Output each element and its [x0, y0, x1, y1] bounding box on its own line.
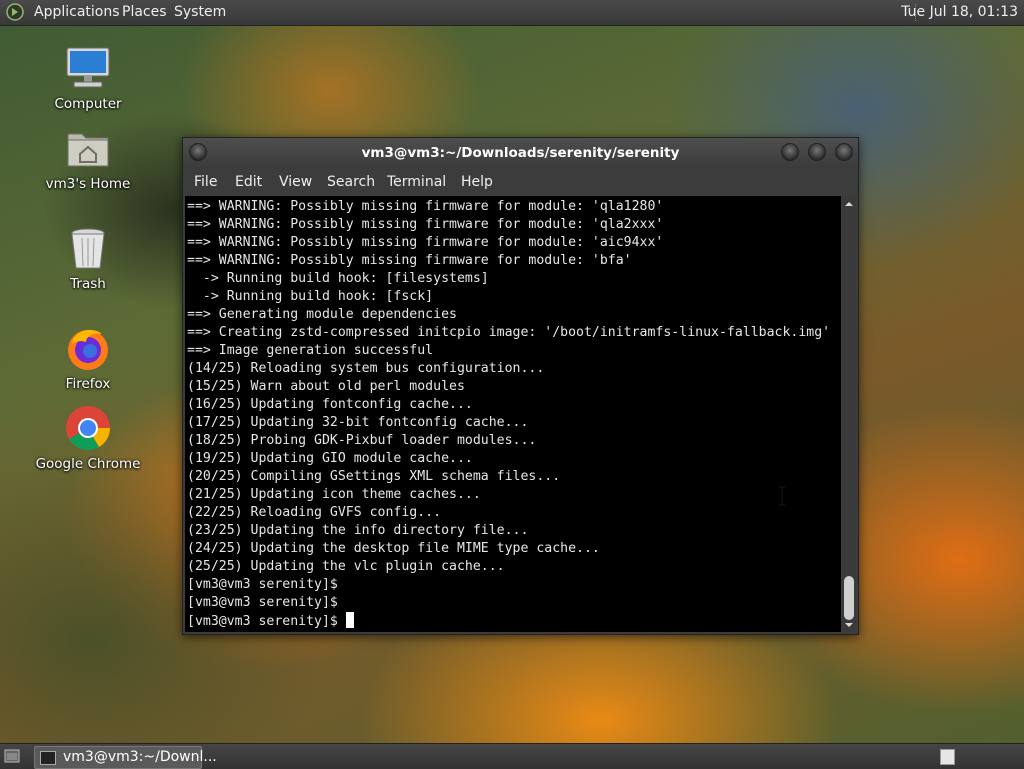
scroll-up-arrow-icon[interactable] — [844, 199, 854, 209]
places-menu[interactable]: Places — [122, 4, 167, 20]
workspace-switcher[interactable] — [940, 749, 955, 765]
close-button[interactable] — [835, 143, 853, 161]
terminal-line: (16/25) Updating fontconfig cache... — [187, 397, 473, 412]
terminal-line: (21/25) Updating icon theme caches... — [187, 487, 481, 502]
terminal-line: (23/25) Updating the info directory file… — [187, 523, 529, 538]
desktop-icon-label: Trash — [70, 276, 106, 292]
trash-icon — [64, 224, 112, 272]
scroll-down-arrow-icon[interactable] — [844, 620, 854, 630]
menu-help[interactable]: Help — [461, 174, 493, 190]
desktop-icon-label: Google Chrome — [35, 456, 141, 472]
terminal-line: (20/25) Compiling GSettings XML schema f… — [187, 469, 561, 484]
text-cursor — [345, 612, 354, 628]
taskbar-label: vm3@vm3:~/Downl... — [63, 749, 217, 765]
terminal-line: ==> WARNING: Possibly missing firmware f… — [187, 253, 632, 268]
top-panel: Applications Places System Tue Jul 18, 0… — [0, 0, 1024, 26]
desktop-icon-label: Computer — [54, 96, 122, 112]
desktop-icon-chrome[interactable]: Google Chrome — [28, 404, 148, 472]
terminal-line: (14/25) Reloading system bus configurati… — [187, 361, 545, 376]
terminal-icon — [40, 751, 56, 765]
terminal-line: (19/25) Updating GIO module cache... — [187, 451, 473, 466]
window-titlebar[interactable]: vm3@vm3:~/Downloads/serenity/serenity — [183, 138, 858, 168]
terminal-menubar: File Edit View Search Terminal Help — [183, 168, 858, 196]
desktop-icon-trash[interactable]: Trash — [28, 224, 148, 292]
desktop-icon-firefox[interactable]: Firefox — [28, 324, 148, 392]
home-folder-icon — [64, 124, 112, 172]
desktop-icon-computer[interactable]: Computer — [28, 44, 148, 112]
show-desktop-icon[interactable] — [4, 749, 20, 763]
terminal-line: ==> WARNING: Possibly missing firmware f… — [187, 199, 664, 214]
terminal-line: ==> WARNING: Possibly missing firmware f… — [187, 235, 664, 250]
clock[interactable]: Tue Jul 18, 01:13 — [901, 4, 1018, 20]
mouse-ibeam-cursor-icon — [779, 486, 785, 506]
terminal-window[interactable]: vm3@vm3:~/Downloads/serenity/serenity Fi… — [182, 137, 859, 635]
terminal-prompt: [vm3@vm3 serenity]$ — [187, 614, 346, 629]
desktop-icon-label: Firefox — [65, 376, 111, 392]
terminal-line: (15/25) Warn about old perl modules — [187, 379, 465, 394]
terminal-output[interactable]: ==> WARNING: Possibly missing firmware f… — [185, 196, 841, 632]
mate-menu-icon[interactable] — [6, 3, 24, 21]
terminal-line: (17/25) Updating 32-bit fontconfig cache… — [187, 415, 529, 430]
menu-search[interactable]: Search — [327, 174, 375, 190]
chrome-icon — [64, 404, 112, 452]
window-title: vm3@vm3:~/Downloads/serenity/serenity — [361, 145, 680, 161]
terminal-line: (24/25) Updating the desktop file MIME t… — [187, 541, 600, 556]
terminal-line: [vm3@vm3 serenity]$ — [187, 595, 338, 610]
desktop-icon-home[interactable]: vm3's Home — [28, 124, 148, 192]
menu-file[interactable]: File — [194, 174, 217, 190]
menu-view[interactable]: View — [279, 174, 312, 190]
terminal-line: [vm3@vm3 serenity]$ — [187, 577, 338, 592]
minimize-button[interactable] — [781, 143, 799, 161]
firefox-icon — [64, 324, 112, 372]
maximize-button[interactable] — [808, 143, 826, 161]
applications-menu[interactable]: Applications — [34, 4, 120, 20]
terminal-line: (18/25) Probing GDK-Pixbuf loader module… — [187, 433, 537, 448]
terminal-line: ==> Generating module dependencies — [187, 307, 457, 322]
terminal-line: -> Running build hook: [filesystems] — [187, 271, 489, 286]
scrollbar-thumb[interactable] — [844, 576, 854, 620]
terminal-line: ==> Image generation successful — [187, 343, 434, 358]
terminal-line: (25/25) Updating the vlc plugin cache... — [187, 559, 505, 574]
system-menu[interactable]: System — [174, 4, 226, 20]
bottom-panel: vm3@vm3:~/Downl... — [0, 743, 1024, 769]
terminal-line: ==> Creating zstd-compressed initcpio im… — [187, 325, 831, 340]
terminal-line: -> Running build hook: [fsck] — [187, 289, 434, 304]
taskbar-terminal-button[interactable]: vm3@vm3:~/Downl... — [34, 746, 217, 769]
computer-icon — [64, 44, 112, 92]
terminal-line: (22/25) Reloading GVFS config... — [187, 505, 442, 520]
menu-edit[interactable]: Edit — [235, 174, 262, 190]
desktop-icon-label: vm3's Home — [45, 176, 131, 192]
menu-terminal[interactable]: Terminal — [387, 174, 446, 190]
terminal-prompt-line[interactable]: [vm3@vm3 serenity]$ — [187, 612, 354, 631]
terminal-scrollbar[interactable] — [842, 196, 856, 632]
terminal-line: ==> WARNING: Possibly missing firmware f… — [187, 217, 664, 232]
